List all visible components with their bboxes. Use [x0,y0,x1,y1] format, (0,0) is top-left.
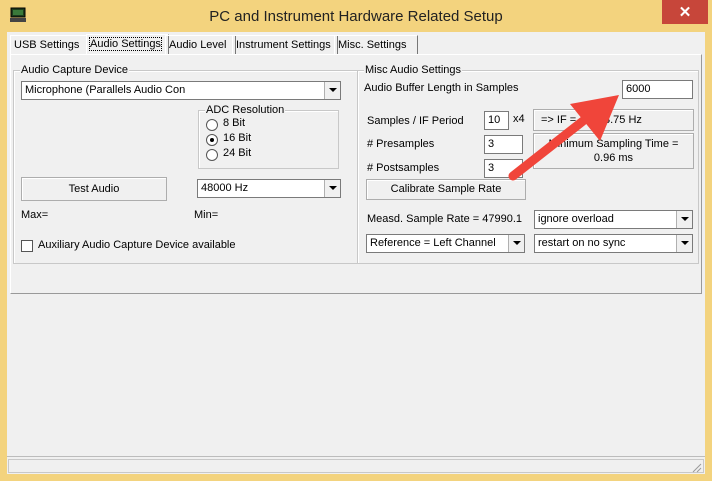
annotation-arrow-icon [508,95,619,181]
